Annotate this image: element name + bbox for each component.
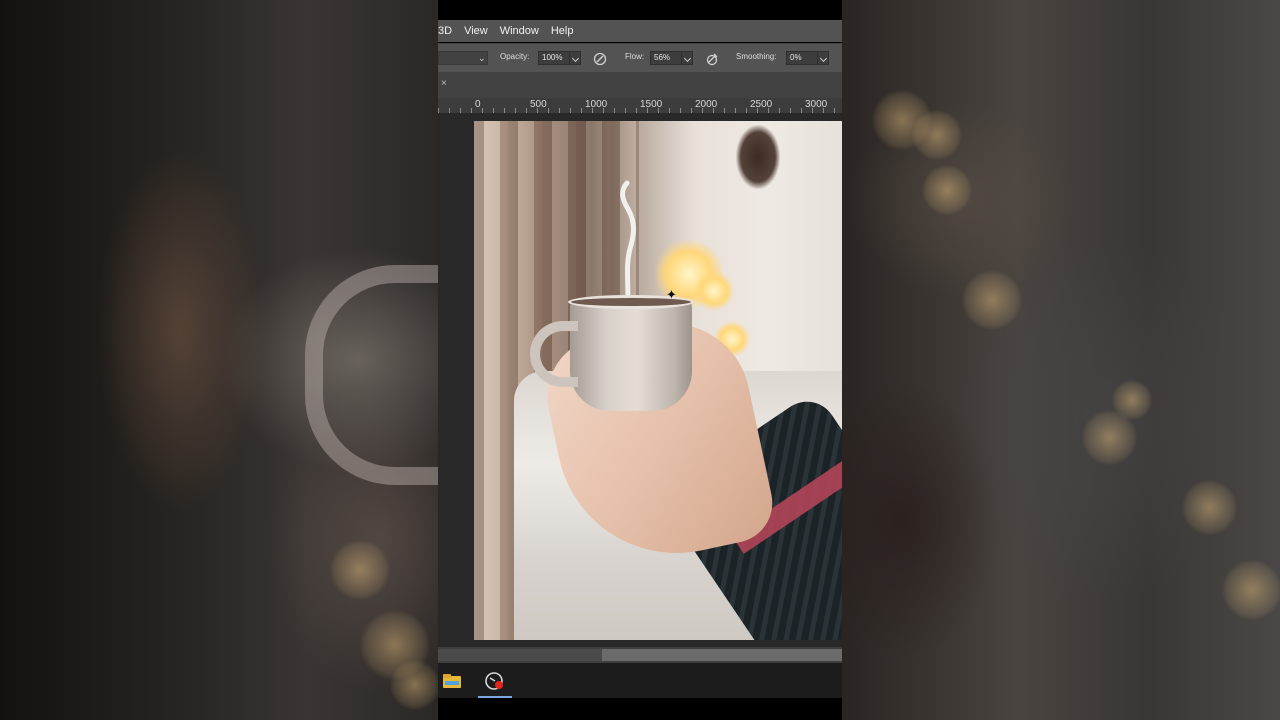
bokeh-light	[1222, 560, 1280, 620]
brush-options-bar: ⌄ Opacity: 100% Flow: 56% Smoothing: 0%	[438, 43, 842, 72]
bokeh-light	[1182, 480, 1237, 535]
menu-help[interactable]: Help	[545, 20, 580, 42]
flow-label: Flow:	[625, 52, 645, 61]
horizontal-scrollbar[interactable]	[438, 647, 842, 663]
bokeh-light	[1112, 380, 1152, 420]
blurred-background-right	[842, 0, 1280, 720]
brush-crosshair-icon: ✦	[666, 287, 677, 302]
blurred-background-left	[0, 0, 438, 720]
wall-decoration	[736, 125, 780, 189]
airbrush-icon[interactable]	[705, 52, 719, 66]
steam-stroke	[620, 180, 636, 304]
mug	[530, 295, 694, 411]
opacity-label: Opacity:	[500, 52, 530, 61]
active-app-indicator	[478, 696, 512, 698]
bokeh-light	[962, 270, 1022, 330]
chevron-down-icon: ⌄	[478, 53, 486, 63]
bokeh-light	[922, 165, 972, 215]
opacity-field[interactable]: 100%	[538, 51, 570, 65]
smoothing-label: Smoothing:	[736, 52, 777, 61]
document-image[interactable]: ✦	[474, 121, 842, 640]
close-icon[interactable]: ×	[441, 78, 447, 89]
menu-window[interactable]: Window	[494, 20, 545, 42]
flow-dropdown-icon[interactable]	[681, 51, 693, 65]
scrollbar-thumb[interactable]	[602, 649, 842, 661]
photoshop-record-icon[interactable]	[483, 669, 507, 693]
file-explorer-icon[interactable]	[440, 669, 464, 693]
menu-3d[interactable]: 3D	[438, 20, 458, 42]
bokeh-light	[390, 660, 438, 710]
ruler-ticks	[438, 108, 842, 113]
photoshop-window: 3D View Window Help ⌄ Opacity: 100% Flow…	[438, 0, 842, 720]
flow-field[interactable]: 56%	[650, 51, 682, 65]
pressure-opacity-icon[interactable]	[593, 52, 607, 66]
bokeh-light	[912, 110, 962, 160]
taskbar	[438, 663, 842, 698]
smoothing-dropdown-icon[interactable]	[817, 51, 829, 65]
menu-bar: 3D View Window Help	[438, 20, 842, 42]
blurred-mug-handle	[305, 265, 438, 485]
fairy-lights	[694, 271, 734, 311]
document-tab-bar: ×	[438, 72, 842, 98]
menu-view[interactable]: View	[458, 20, 494, 42]
bokeh-light	[330, 540, 390, 600]
opacity-dropdown-icon[interactable]	[569, 51, 581, 65]
horizontal-ruler: 0 500 1000 1500 2000 2500 3000	[438, 98, 842, 114]
smoothing-field[interactable]: 0%	[786, 51, 818, 65]
canvas-area[interactable]: ✦	[438, 114, 842, 647]
